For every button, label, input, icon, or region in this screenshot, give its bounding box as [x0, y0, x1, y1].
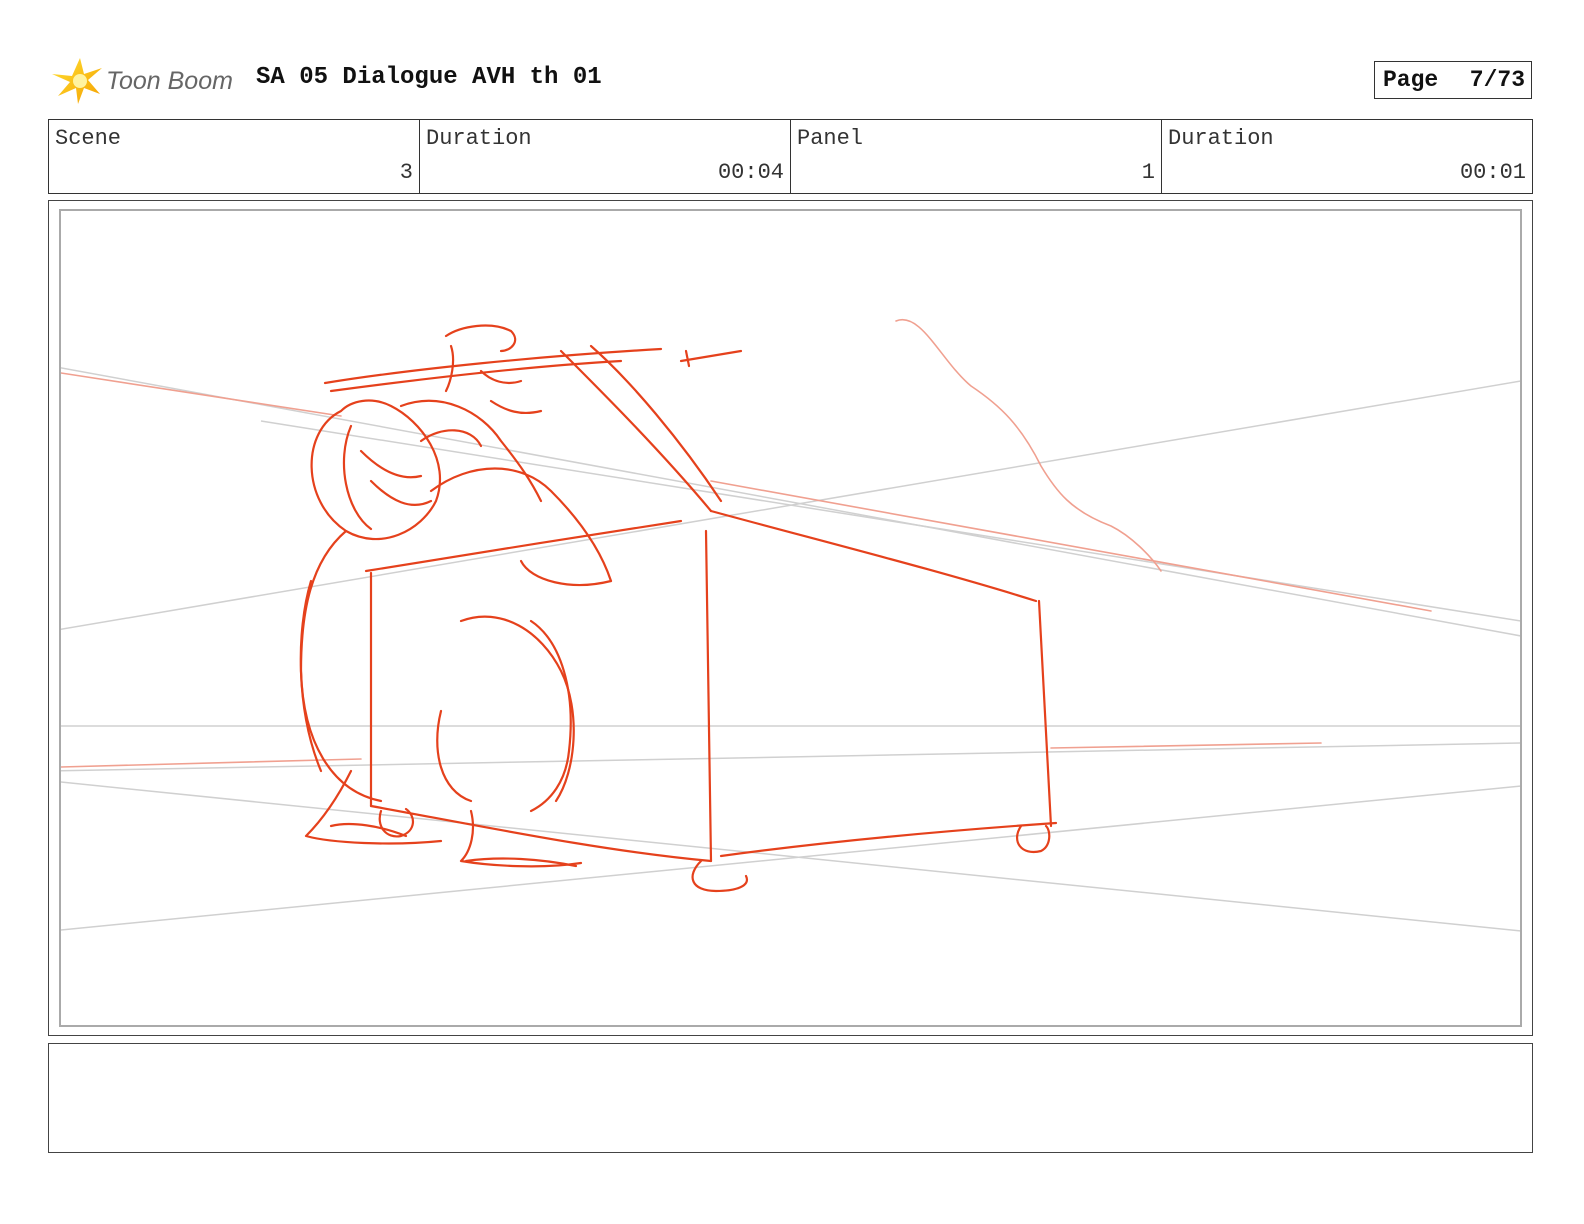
page-value: 7/73	[1469, 67, 1525, 93]
character-and-crate-sketch	[299, 324, 1058, 893]
scene-duration-value: 00:04	[717, 160, 784, 185]
page-indicator: Page 7/73	[1374, 61, 1532, 99]
scene-cell: Scene 3	[49, 120, 420, 193]
scene-duration-cell: Duration 00:04	[420, 120, 791, 193]
panel-label: Panel	[797, 126, 864, 151]
panel-value: 1	[1141, 160, 1155, 185]
panel-duration-value: 00:01	[1459, 160, 1526, 185]
storyboard-sketch	[61, 318, 1520, 932]
scene-value: 3	[399, 160, 413, 185]
panel-duration-cell: Duration 00:01	[1162, 120, 1532, 193]
logo-text: Toon Boom	[106, 66, 233, 95]
scene-duration-label: Duration	[426, 126, 532, 151]
starburst-logo-icon	[52, 58, 102, 104]
panel-drawing-area	[59, 209, 1522, 1027]
scene-info-table: Scene 3 Duration 00:04 Panel 1 Duration …	[48, 119, 1533, 194]
panel-duration-label: Duration	[1168, 126, 1274, 151]
faint-construction-lines	[61, 318, 1432, 768]
panel-cell: Panel 1	[791, 120, 1162, 193]
panel-notes-box[interactable]	[48, 1043, 1533, 1153]
storyboard-title: SA 05 Dialogue AVH th 01	[256, 64, 602, 91]
scene-label: Scene	[55, 126, 122, 151]
page-label: Page	[1383, 67, 1439, 93]
toon-boom-logo: Toon Boom	[50, 54, 233, 108]
panel-frame	[48, 200, 1533, 1036]
